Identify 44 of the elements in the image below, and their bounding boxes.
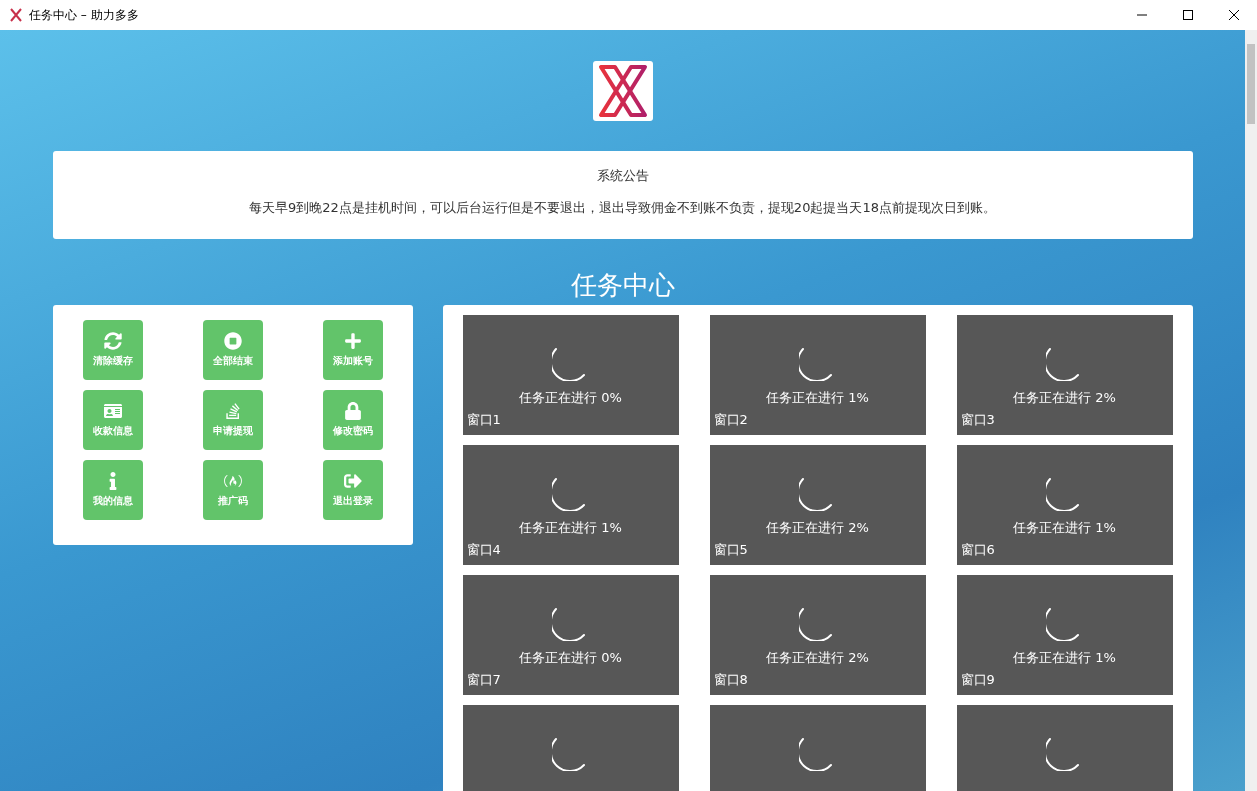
action-button[interactable]: 全部结束 <box>202 320 263 380</box>
task-status: 任务正在进行 1% <box>766 389 869 407</box>
task-status: 任务正在进行 2% <box>766 519 869 537</box>
task-status: 任务正在进行 2% <box>1013 389 1116 407</box>
task-status: 任务正在进行 1% <box>1013 649 1116 667</box>
app-icon <box>9 8 23 22</box>
window-label: 窗口2 <box>713 411 748 429</box>
plus-icon <box>343 332 362 350</box>
logo-icon <box>592 61 653 121</box>
window-label: 窗口8 <box>713 671 748 689</box>
action-button[interactable]: 推广码 <box>202 460 263 520</box>
scrollbar[interactable] <box>1245 30 1257 791</box>
sign-out-icon <box>343 472 362 490</box>
window-label: 窗口1 <box>466 411 501 429</box>
maximize-icon <box>1183 10 1193 20</box>
notice-title: 系统公告 <box>596 167 649 185</box>
action-button[interactable]: 申请提现 <box>202 390 263 450</box>
stop-icon <box>223 332 242 350</box>
task-status: 任务正在进行 0% <box>519 649 622 667</box>
window-label: 窗口7 <box>466 671 501 689</box>
id-card-icon <box>103 402 122 420</box>
task-status: 任务正在进行 0% <box>519 389 622 407</box>
window-label: 窗口3 <box>960 411 995 429</box>
action-button[interactable]: 添加账号 <box>322 320 383 380</box>
window-title: 任务中心 – 助力多多 <box>29 6 140 24</box>
action-button[interactable]: 修改密码 <box>322 390 383 450</box>
action-button[interactable]: 我的信息 <box>82 460 143 520</box>
window-label: 窗口4 <box>466 541 501 559</box>
action-button[interactable]: 收款信息 <box>82 390 143 450</box>
task-status: 任务正在进行 1% <box>1013 519 1116 537</box>
window-label: 窗口6 <box>960 541 995 559</box>
flame-icon <box>223 472 242 490</box>
lock-icon <box>343 402 362 420</box>
notice-text: 每天早9到晚22点是挂机时间，可以后台运行但是不要退出，退出导致佣金不到账不负责，提现20起提当天18点前提现次日到账。 <box>249 199 996 217</box>
task-status: 任务正在进行 2% <box>766 649 869 667</box>
window-label: 窗口9 <box>960 671 995 689</box>
refresh-icon <box>103 332 122 350</box>
window-label: 窗口5 <box>713 541 748 559</box>
task-status: 任务正在进行 1% <box>519 519 622 537</box>
page-heading: 任务中心 <box>570 269 675 301</box>
action-button[interactable]: 清除缓存 <box>82 320 143 380</box>
action-button[interactable]: 退出登录 <box>322 460 383 520</box>
stacked-lines-icon <box>223 402 242 420</box>
close-icon <box>1229 10 1239 20</box>
